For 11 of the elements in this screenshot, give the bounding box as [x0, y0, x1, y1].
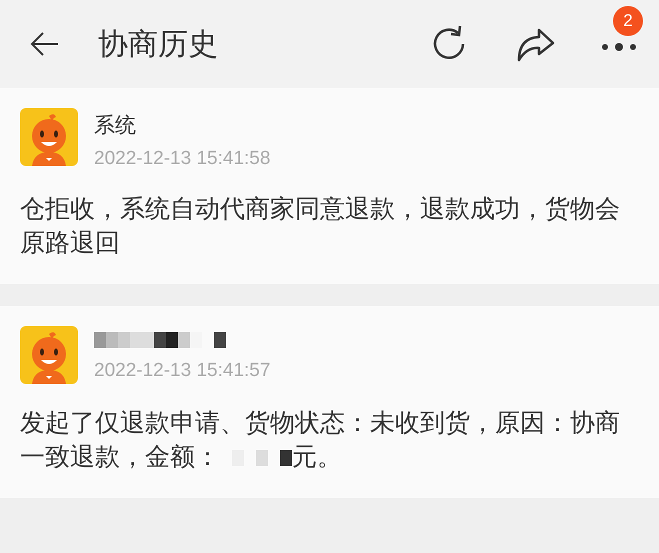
more-icon [601, 43, 637, 51]
timestamp: 2022-12-13 15:41:58 [94, 148, 270, 170]
page-title: 协商历史 [98, 26, 219, 64]
timestamp: 2022-12-13 15:41:57 [94, 360, 270, 382]
message-text: 发起了仅退款申请、货物状态：未收到货，原因：协商一致退款，金额： 元。 [20, 407, 621, 473]
notification-badge: 2 [613, 6, 643, 36]
sender-name: 系统 [94, 114, 137, 136]
message-text: 仓拒收，系统自动代商家同意退款，退款成功，货物会原路退回 [20, 193, 621, 259]
mascot-avatar [20, 108, 78, 166]
mascot-avatar [20, 326, 78, 384]
more-button[interactable] [599, 40, 639, 54]
